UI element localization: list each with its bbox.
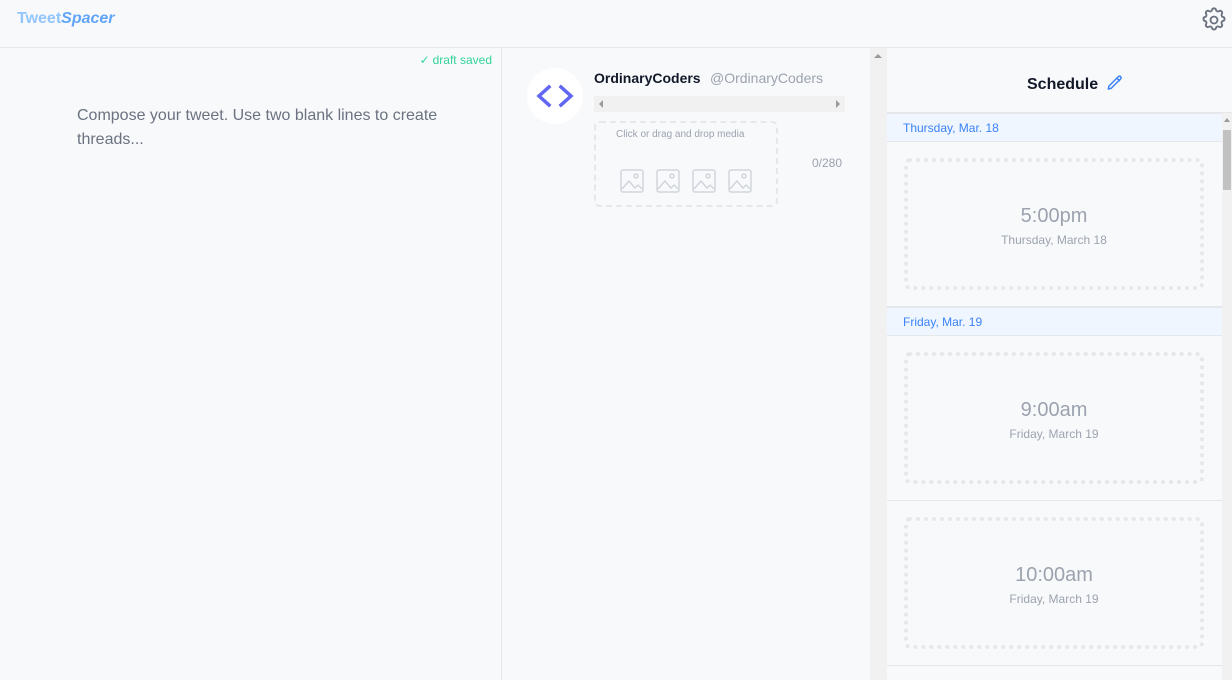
draft-status-label: draft saved bbox=[432, 53, 492, 67]
top-bar: TweetSpacer bbox=[0, 0, 1232, 48]
image-icon bbox=[656, 169, 680, 193]
image-icon bbox=[620, 169, 644, 193]
draft-status: ✓ draft saved bbox=[420, 53, 492, 67]
logo-first: Tweet bbox=[17, 10, 62, 27]
display-name: OrdinaryCoders bbox=[594, 70, 701, 86]
day-header: Thursday, Mar. 18 bbox=[887, 113, 1222, 142]
image-icon bbox=[692, 169, 716, 193]
schedule-header: Schedule bbox=[887, 48, 1232, 113]
compose-pane[interactable]: ✓ draft saved Compose your tweet. Use two… bbox=[0, 48, 502, 680]
slot-date: Friday, March 19 bbox=[1009, 592, 1099, 606]
schedule-pane: Schedule Thursday, Mar. 18 5:00pm Thursd… bbox=[887, 48, 1232, 680]
scroll-left-icon[interactable] bbox=[599, 100, 603, 108]
character-counter: 0/280 bbox=[812, 156, 843, 170]
schedule-title: Schedule bbox=[1027, 76, 1099, 93]
scrollbar-thumb[interactable] bbox=[1223, 130, 1231, 190]
horizontal-scrollbar[interactable] bbox=[594, 96, 845, 112]
check-icon: ✓ bbox=[419, 53, 430, 67]
compose-input[interactable]: Compose your tweet. Use two blank lines … bbox=[77, 104, 447, 152]
day-label: Thursday, Mar. 18 bbox=[903, 121, 999, 135]
time-slot[interactable]: 9:00am Friday, March 19 bbox=[904, 352, 1204, 484]
image-icon bbox=[728, 169, 752, 193]
user-handle: @OrdinaryCoders bbox=[710, 70, 824, 86]
time-slot[interactable]: 10:00am Friday, March 19 bbox=[904, 517, 1204, 649]
scroll-up-icon[interactable] bbox=[1224, 118, 1230, 122]
slot-row: 5:00pm Thursday, March 18 bbox=[887, 142, 1222, 307]
slot-date: Friday, March 19 bbox=[1009, 427, 1099, 441]
day-header: Friday, Mar. 19 bbox=[887, 307, 1222, 336]
media-slots bbox=[620, 169, 752, 193]
slot-time: 10:00am bbox=[1015, 564, 1093, 586]
slot-row: 9:00am Friday, March 19 bbox=[887, 336, 1222, 501]
pencil-icon[interactable] bbox=[1106, 74, 1124, 92]
slot-row: 10:00am Friday, March 19 bbox=[887, 501, 1222, 666]
slot-time: 5:00pm bbox=[1020, 205, 1088, 227]
day-label: Friday, Mar. 19 bbox=[903, 315, 983, 329]
media-dropzone[interactable]: Click or drag and drop media bbox=[594, 121, 778, 207]
time-slot[interactable]: 5:00pm Thursday, March 18 bbox=[904, 158, 1204, 290]
tweet-preview-pane: OrdinaryCoders @OrdinaryCoders Click or … bbox=[502, 48, 870, 680]
slot-date: Thursday, March 18 bbox=[1001, 233, 1107, 247]
slot-time: 9:00am bbox=[1020, 399, 1088, 421]
avatar bbox=[527, 68, 583, 124]
logo-second: Spacer bbox=[61, 10, 115, 27]
dropzone-text: Click or drag and drop media bbox=[616, 129, 745, 140]
schedule-scrollbar[interactable] bbox=[1222, 113, 1232, 680]
code-brackets-icon bbox=[536, 84, 574, 108]
scroll-right-icon[interactable] bbox=[836, 100, 840, 108]
gear-icon[interactable] bbox=[1200, 6, 1228, 34]
preview-scrollbar[interactable] bbox=[870, 48, 887, 680]
scroll-up-icon[interactable] bbox=[874, 54, 882, 58]
app-logo[interactable]: TweetSpacer bbox=[17, 10, 115, 28]
